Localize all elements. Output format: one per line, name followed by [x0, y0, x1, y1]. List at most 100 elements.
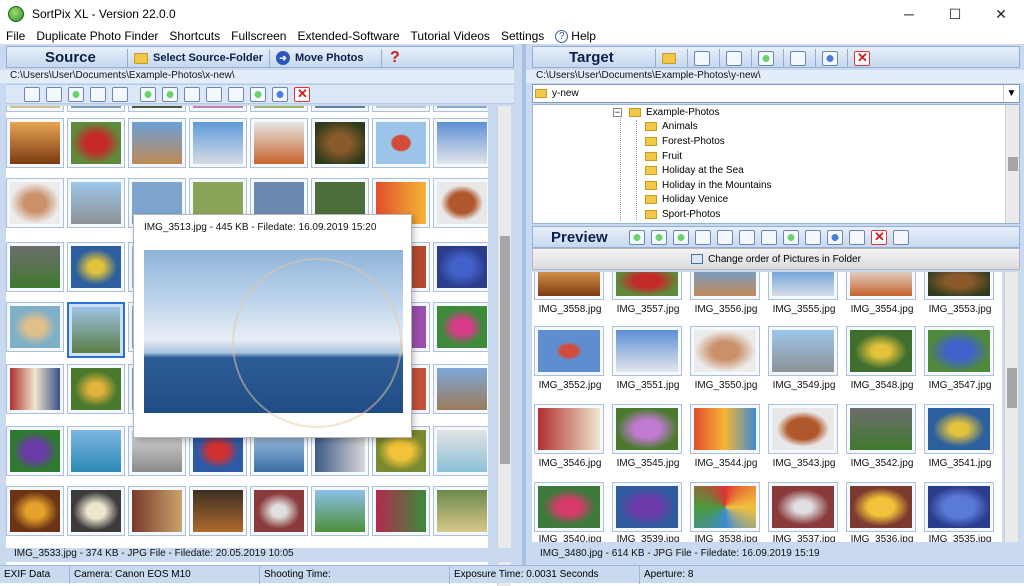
thumbnail[interactable] — [311, 486, 369, 536]
thumbnail[interactable] — [433, 242, 488, 292]
minimize-button[interactable]: ─ — [886, 0, 932, 28]
menu-shortcuts[interactable]: Shortcuts — [169, 29, 220, 43]
thumbnail[interactable] — [433, 426, 488, 476]
thumbnail[interactable] — [6, 242, 64, 292]
preview-scrollbar[interactable] — [1004, 272, 1018, 542]
thumbnail[interactable] — [67, 118, 125, 168]
tree-node[interactable]: Sport-Photos — [645, 209, 720, 220]
thumbnail[interactable] — [6, 486, 64, 536]
thumbnail[interactable] — [6, 302, 64, 352]
thumbnail[interactable] — [846, 272, 916, 300]
thumbnail[interactable] — [768, 272, 838, 300]
thumbnail[interactable] — [250, 106, 308, 112]
clipboard-icon[interactable] — [739, 229, 755, 245]
thumbnail[interactable] — [534, 272, 604, 300]
color-wheel-icon[interactable] — [827, 229, 843, 245]
thumbnail[interactable] — [372, 486, 430, 536]
zoom-icon[interactable] — [761, 229, 777, 245]
thumbnail[interactable] — [846, 404, 916, 454]
thumbnail[interactable] — [433, 118, 488, 168]
scrollbar-thumb[interactable] — [500, 236, 510, 464]
tree-node[interactable]: Animals — [645, 121, 698, 132]
thumbnail[interactable] — [67, 242, 125, 292]
thumbnail[interactable] — [250, 118, 308, 168]
thumbnail[interactable] — [768, 404, 838, 454]
maximize-button[interactable]: ☐ — [932, 0, 978, 28]
thumbnail[interactable] — [690, 326, 760, 376]
thumbnail[interactable] — [924, 404, 994, 454]
tree-node[interactable]: Holiday Venice — [645, 194, 728, 205]
rename-icon[interactable] — [184, 86, 200, 102]
rotate-right-icon[interactable] — [162, 86, 178, 102]
menu-file[interactable]: File — [6, 29, 25, 43]
thumbnail[interactable] — [6, 178, 64, 228]
thumbnail[interactable] — [612, 326, 682, 376]
menu-fullscreen[interactable]: Fullscreen — [231, 29, 286, 43]
target-folder-combobox[interactable]: y-new ▼ — [532, 84, 1020, 103]
thumbnail[interactable] — [128, 486, 186, 536]
thumbnail[interactable] — [67, 106, 125, 112]
sort-arrows-icon[interactable] — [68, 86, 84, 102]
thumbnail[interactable] — [128, 106, 186, 112]
thumbnail[interactable] — [924, 272, 994, 300]
thumbnail[interactable] — [67, 486, 125, 536]
tree-node[interactable]: Holiday in the Mountains — [645, 180, 772, 191]
tree-node[interactable]: Fruit — [645, 151, 682, 162]
grid-view-icon[interactable] — [90, 86, 106, 102]
thumbnail[interactable] — [612, 404, 682, 454]
tree-node[interactable]: Forest-Photos — [645, 136, 725, 147]
select-source-folder-button[interactable]: Select Source-Folder — [127, 49, 263, 67]
sort-arrows-icon[interactable] — [673, 229, 689, 245]
thumbnail[interactable] — [433, 302, 488, 352]
thumbnail[interactable] — [67, 364, 125, 414]
search-button[interactable] — [719, 49, 751, 67]
edit-icon[interactable] — [783, 229, 799, 245]
thumbnail[interactable] — [768, 482, 838, 532]
thumbnail[interactable] — [433, 486, 488, 536]
move-photos-button[interactable]: ➜ Move Photos — [269, 49, 363, 67]
check-all-icon[interactable] — [24, 86, 40, 102]
rotate-left-icon[interactable] — [140, 86, 156, 102]
chevron-down-icon[interactable]: ▼ — [1003, 85, 1019, 102]
tree-node[interactable]: Holiday at the Sea — [645, 165, 744, 176]
color-button[interactable] — [815, 49, 847, 67]
zoom-icon[interactable] — [228, 86, 244, 102]
menu-settings[interactable]: Settings — [501, 29, 544, 43]
thumbnail[interactable] — [433, 364, 488, 414]
menu-extended-software[interactable]: Extended-Software — [297, 29, 399, 43]
thumbnail[interactable] — [67, 178, 125, 228]
help-question-button[interactable]: ? — [381, 49, 400, 67]
thumbnail[interactable] — [690, 272, 760, 300]
delete-icon[interactable] — [871, 229, 887, 245]
thumbnail[interactable] — [311, 106, 369, 112]
thumbnail[interactable] — [612, 272, 682, 300]
thumbnail[interactable] — [6, 426, 64, 476]
export-icon[interactable] — [805, 229, 821, 245]
thumbnail[interactable] — [189, 486, 247, 536]
source-scrollbar[interactable] — [497, 106, 511, 586]
menu-duplicate-photo-finder[interactable]: Duplicate Photo Finder — [36, 29, 158, 43]
tree-node-root[interactable]: − Example-Photos — [613, 107, 719, 118]
slideshow-icon[interactable] — [849, 229, 865, 245]
new-folder-button[interactable] — [655, 49, 687, 67]
thumbnail[interactable] — [924, 326, 994, 376]
delete-folder-button[interactable] — [847, 49, 879, 67]
color-wheel-icon[interactable] — [272, 86, 288, 102]
thumbnail[interactable] — [846, 482, 916, 532]
thumbnail[interactable] — [372, 118, 430, 168]
grid-view-icon[interactable] — [695, 229, 711, 245]
rotate-right-icon[interactable] — [651, 229, 667, 245]
rename-folder-button[interactable] — [687, 49, 719, 67]
thumbnail[interactable] — [128, 118, 186, 168]
scrollbar-thumb[interactable] — [1008, 157, 1018, 171]
thumbnail[interactable] — [690, 482, 760, 532]
thumbnail[interactable] — [534, 326, 604, 376]
thumbnail[interactable] — [189, 118, 247, 168]
close-button[interactable]: ✕ — [978, 0, 1024, 28]
menu-tutorial-videos[interactable]: Tutorial Videos — [411, 29, 490, 43]
delete-icon[interactable] — [294, 86, 310, 102]
tree-scrollbar[interactable] — [1005, 105, 1019, 223]
thumbnail[interactable] — [6, 106, 64, 112]
refresh-button[interactable] — [751, 49, 783, 67]
menu-help[interactable]: ? Help — [555, 29, 596, 44]
